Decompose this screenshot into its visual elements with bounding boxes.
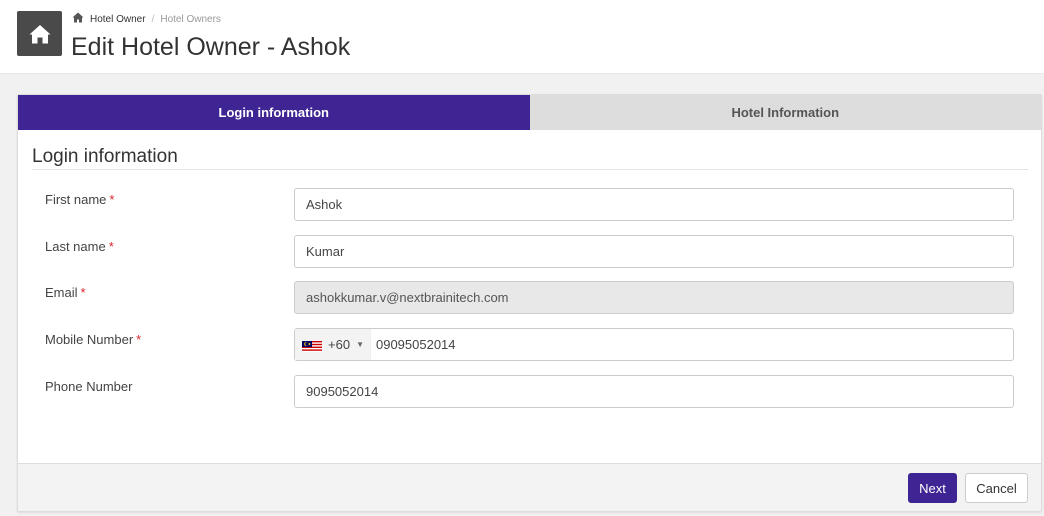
required-marker: * (80, 285, 86, 300)
home-icon (17, 11, 62, 56)
required-marker: * (136, 332, 142, 347)
phone-number-label: Phone Number (45, 379, 133, 394)
breadcrumb-home-icon[interactable] (72, 12, 84, 26)
tab-login-information[interactable]: Login information (18, 95, 530, 130)
phone-number-input[interactable] (294, 375, 1014, 408)
mobile-number-input[interactable] (370, 329, 1013, 360)
country-code-dropdown[interactable]: +60 ▼ (295, 329, 371, 360)
form-footer: Next Cancel (18, 463, 1041, 511)
breadcrumb-link-hotel-owner[interactable]: Hotel Owner (90, 14, 146, 25)
chevron-down-icon: ▼ (356, 340, 364, 349)
mobile-number-group: +60 ▼ (294, 328, 1014, 361)
first-name-input[interactable] (294, 188, 1014, 221)
section-divider (32, 169, 1028, 170)
page-header: Hotel Owner / Hotel Owners Edit Hotel Ow… (0, 0, 1044, 74)
malaysia-flag-icon (302, 339, 322, 352)
cancel-button[interactable]: Cancel (965, 473, 1028, 503)
next-button[interactable]: Next (908, 473, 957, 503)
breadcrumb-separator: / (151, 13, 155, 25)
section-title: Login information (32, 146, 178, 167)
email-field (294, 281, 1014, 314)
last-name-label: Last name * (45, 239, 114, 254)
breadcrumb-current: Hotel Owners (160, 13, 221, 25)
mobile-number-label: Mobile Number * (45, 332, 142, 347)
required-marker: * (109, 192, 115, 207)
first-name-row: First name * (18, 188, 1041, 222)
last-name-input[interactable] (294, 235, 1014, 268)
last-name-row: Last name * (18, 235, 1041, 269)
first-name-label: First name * (45, 192, 115, 207)
email-label: Email * (45, 285, 86, 300)
breadcrumb: Hotel Owner / Hotel Owners (72, 12, 221, 26)
phone-number-row: Phone Number (18, 375, 1041, 409)
page-title: Edit Hotel Owner - Ashok (71, 33, 351, 61)
tab-bar: Login information Hotel Information (18, 95, 1041, 130)
mobile-number-row: Mobile Number * +60 ▼ 09095052014 (18, 328, 1041, 362)
dial-code: +60 (328, 337, 351, 352)
edit-form-panel: Login information Hotel Information Logi… (17, 94, 1042, 512)
tab-hotel-information[interactable]: Hotel Information (529, 95, 1041, 130)
email-row: Email * (18, 281, 1041, 315)
required-marker: * (108, 239, 114, 254)
